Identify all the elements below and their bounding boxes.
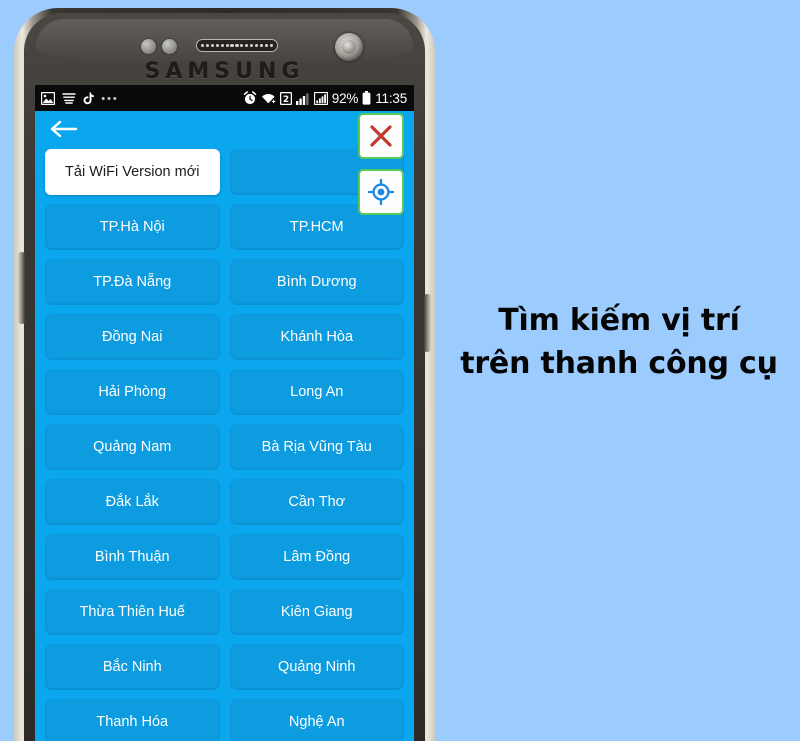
location-tile[interactable]: Bình Thuận — [45, 534, 220, 580]
proximity-sensor-icon — [141, 39, 156, 54]
status-bar: 2 92% 11:35 — [35, 85, 414, 111]
back-button[interactable] — [49, 117, 79, 141]
location-tile[interactable]: Đồng Nai — [45, 314, 220, 360]
app-bar — [35, 111, 414, 215]
location-tile[interactable]: Lâm Đồng — [229, 534, 404, 580]
annotation-line-1: Tìm kiếm vị trí — [498, 303, 740, 338]
locate-icon — [368, 179, 394, 205]
tiktok-icon — [83, 91, 94, 105]
location-tile[interactable]: Nghệ An — [229, 699, 404, 741]
power-button[interactable] — [424, 294, 431, 352]
location-tile[interactable]: Kiên Giang — [229, 589, 404, 635]
signal-bars-icon — [295, 92, 310, 105]
annotation-line-2: trên thanh công cụ — [460, 345, 778, 381]
location-tile[interactable]: Cần Thơ — [229, 479, 404, 525]
location-tile[interactable]: Bà Rịa Vũng Tàu — [229, 424, 404, 470]
close-button[interactable] — [358, 113, 404, 159]
location-tile[interactable]: Khánh Hòa — [229, 314, 404, 360]
location-tile[interactable]: Quảng Ninh — [229, 644, 404, 690]
image-icon — [41, 91, 55, 105]
volume-button[interactable] — [18, 252, 25, 324]
location-grid: Tải WiFi Version mới TP.Hà Nội TP.HCM TP… — [35, 149, 414, 741]
location-tile[interactable]: Bắc Ninh — [45, 644, 220, 690]
location-tile[interactable]: Thanh Hóa — [45, 699, 220, 741]
location-tile[interactable]: Thừa Thiên Huế — [45, 589, 220, 635]
alarm-icon — [243, 91, 257, 105]
wifi-version-button[interactable]: Tải WiFi Version mới — [45, 149, 220, 195]
menu-lines-icon — [62, 92, 76, 104]
earpiece-speaker-icon — [196, 39, 278, 52]
status-bar-right-icons: 2 92% 11:35 — [243, 91, 407, 106]
location-tile[interactable]: Quảng Nam — [45, 424, 220, 470]
signal-bars-2-icon — [313, 91, 328, 105]
phone-device: SAMSUNG 2 92% 11:35 Tải WiFi Version mới… — [14, 8, 435, 741]
brand-logo: SAMSUNG — [144, 59, 305, 84]
phone-screen: 2 92% 11:35 Tải WiFi Version mới TP.Hà N… — [35, 85, 414, 741]
location-tile[interactable]: TP.Đà Nẵng — [45, 259, 220, 305]
location-tile[interactable]: Hải Phòng — [45, 369, 220, 415]
battery-percent: 92% — [331, 90, 359, 106]
more-dots-icon — [101, 96, 117, 101]
wifi-icon — [261, 92, 276, 105]
status-bar-left-icons — [41, 91, 117, 105]
action-button-group — [358, 113, 404, 215]
close-icon — [370, 125, 392, 147]
sim-2-icon: 2 — [279, 91, 292, 105]
light-sensor-icon — [162, 39, 177, 54]
location-tile[interactable]: Bình Dương — [229, 259, 404, 305]
front-camera-icon — [335, 33, 363, 61]
location-tile[interactable]: Đắk Lắk — [45, 479, 220, 525]
status-bar-clock: 11:35 — [375, 90, 407, 106]
svg-text:2: 2 — [283, 95, 289, 105]
location-tile[interactable]: TP.Hà Nội — [45, 204, 220, 250]
annotation-text: Tìm kiếm vị trí trên thanh công cụ — [438, 300, 800, 385]
locate-button[interactable] — [358, 169, 404, 215]
location-tile[interactable]: Long An — [229, 369, 404, 415]
battery-icon — [362, 91, 371, 105]
